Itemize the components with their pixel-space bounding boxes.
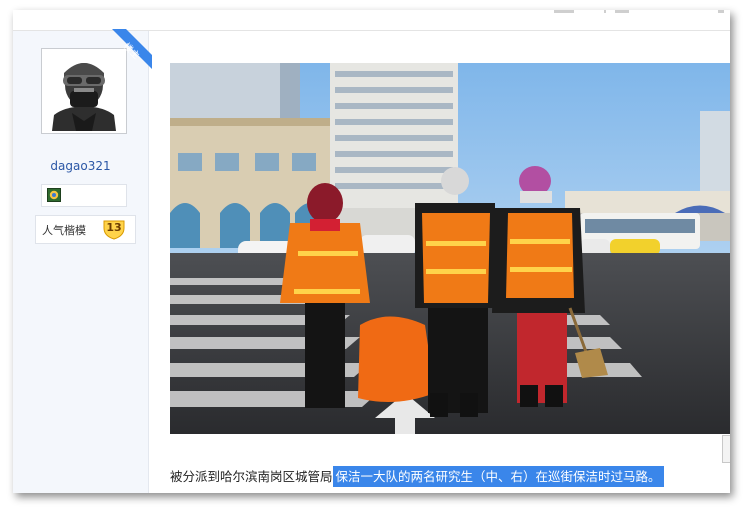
caption-selected-text[interactable]: 保洁一大队的两名研究生（中、右）在巡街保洁时过马路。 <box>332 466 664 487</box>
medal-box <box>41 184 127 207</box>
rank-level: 13 <box>106 221 122 234</box>
post-window: dagao321 人气楷模 13 楼主 被分派到哈尔滨南岗区城管局 保洁一大队的… <box>13 10 730 493</box>
photo-caption: 被分派到哈尔滨南岗区城管局 保洁一大队的两名研究生（中、右）在巡街保洁时过马路。 <box>170 466 664 487</box>
author-username[interactable]: dagao321 <box>13 159 148 173</box>
medal-icon <box>47 188 61 202</box>
rank-label: 人气楷模 <box>42 224 86 237</box>
rank-box: 人气楷模 13 <box>35 215 136 244</box>
author-sidebar: dagao321 人气楷模 13 <box>13 31 149 493</box>
caption-text: 被分派到哈尔滨南岗区城管局 <box>170 469 333 484</box>
scrollbar-thumb[interactable] <box>722 435 730 463</box>
post-photo[interactable] <box>170 63 730 434</box>
top-bar <box>13 10 730 31</box>
